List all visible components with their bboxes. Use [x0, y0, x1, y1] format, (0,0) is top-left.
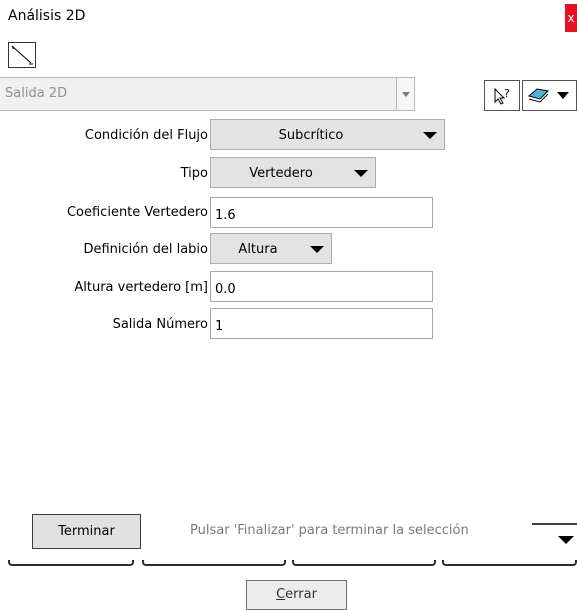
outlet-number-input[interactable] [210, 308, 433, 339]
type-value: Vertedero [249, 166, 313, 181]
lip-definition-value: Altura [238, 242, 278, 257]
title-bar: Análisis 2D x [0, 0, 577, 33]
options-dropdown-button[interactable] [532, 523, 577, 555]
tab-segment[interactable] [8, 560, 134, 566]
combo-value: Salida 2D [5, 86, 68, 101]
chevron-down-icon [532, 523, 577, 544]
flow-condition-select[interactable]: Subcrítico [210, 119, 445, 150]
weir-coefficient-label: Coeficiente Vertedero [66, 205, 208, 220]
type-select[interactable]: Vertedero [210, 157, 376, 188]
weir-height-input[interactable] [210, 271, 433, 302]
tab-segment[interactable] [292, 560, 436, 566]
close-button-label: errar [285, 587, 317, 602]
flow-condition-value: Subcrítico [278, 128, 344, 143]
type-label: Tipo [180, 166, 208, 181]
tab-strip [8, 560, 577, 568]
finish-button[interactable]: Terminar [32, 514, 141, 549]
pointer-help-icon: ? [494, 87, 510, 105]
tab-segment[interactable] [442, 560, 577, 566]
flow-condition-label: Condición del Flujo [84, 128, 208, 143]
weir-coefficient-input[interactable] [210, 197, 433, 228]
lip-definition-select[interactable]: Altura [210, 233, 332, 264]
close-button[interactable]: Cerrar [246, 580, 347, 610]
chevron-down-icon [310, 246, 324, 253]
lip-definition-label: Definición del labio [83, 242, 208, 257]
window-title: Análisis 2D [8, 8, 86, 24]
layer-select-button[interactable] [522, 80, 577, 111]
weir-height-label: Altura vertedero [m] [74, 280, 208, 295]
combo-dropdown-arrow[interactable] [396, 78, 414, 110]
pointer-help-button[interactable]: ? [484, 80, 520, 111]
layer-select-icon [527, 88, 569, 103]
outlet-number-label: Salida Número [112, 317, 208, 332]
draw-line-button[interactable] [8, 42, 36, 68]
finish-hint-text: Pulsar 'Finalizar' para terminar la sele… [190, 523, 469, 538]
close-window-button[interactable]: x [565, 4, 577, 32]
element-combo-box[interactable]: Salida 2D [0, 77, 415, 111]
svg-text:?: ? [504, 87, 510, 100]
close-button-accelerator: C [276, 587, 286, 602]
line-draw-icon [11, 45, 33, 65]
close-icon: x [567, 11, 575, 25]
chevron-down-icon [354, 170, 368, 177]
tab-segment[interactable] [142, 560, 286, 566]
chevron-down-icon [423, 132, 437, 139]
